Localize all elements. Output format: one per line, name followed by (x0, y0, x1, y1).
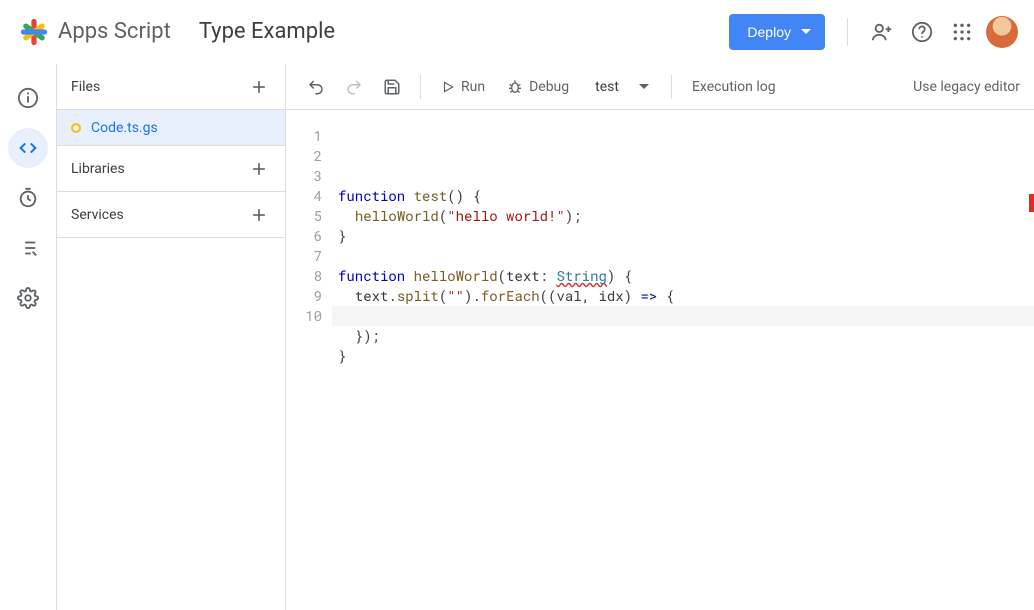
share-button[interactable] (862, 12, 902, 52)
add-service-button[interactable] (247, 203, 271, 227)
run-button-label: Run (461, 79, 485, 95)
add-library-button[interactable] (247, 157, 271, 181)
debug-button[interactable]: Debug (499, 71, 577, 103)
debug-button-label: Debug (529, 79, 569, 95)
apps-script-logo-icon (20, 18, 48, 46)
project-title[interactable]: Type Example (199, 19, 335, 44)
save-button[interactable] (376, 71, 408, 103)
file-item-label: Code.ts.gs (91, 120, 158, 136)
apps-launcher-button[interactable] (942, 12, 982, 52)
account-avatar[interactable] (986, 16, 1018, 48)
function-select[interactable]: test (583, 71, 659, 103)
editor-toolbar: Run Debug test Execution log Use legacy … (286, 64, 1034, 110)
services-section-header: Services (57, 192, 285, 238)
files-header-label: Files (71, 79, 100, 95)
nav-settings[interactable] (8, 278, 48, 318)
nav-editor[interactable] (8, 128, 48, 168)
unsaved-indicator-icon (71, 123, 81, 133)
logo-cluster: Apps Script (20, 18, 171, 46)
error-marker[interactable] (1029, 194, 1034, 212)
product-name: Apps Script (58, 19, 171, 44)
toolbar-separator (420, 75, 421, 99)
add-file-button[interactable] (247, 75, 271, 99)
use-legacy-editor-link[interactable]: Use legacy editor (913, 79, 1020, 95)
toolbar-separator (671, 75, 672, 99)
file-item[interactable]: Code.ts.gs (57, 110, 285, 146)
deploy-button[interactable]: Deploy (729, 14, 825, 50)
help-button[interactable] (902, 12, 942, 52)
undo-button[interactable] (300, 71, 332, 103)
chevron-down-icon (639, 84, 649, 89)
services-header-label: Services (71, 207, 124, 223)
file-sidebar: Files Code.ts.gs Libraries Services (56, 64, 286, 610)
code-editor[interactable]: 12345678910 function test() { helloWorld… (286, 110, 1034, 610)
editor-column: Run Debug test Execution log Use legacy … (286, 64, 1034, 610)
execution-log-button[interactable]: Execution log (684, 71, 784, 103)
caret-down-icon (801, 29, 811, 34)
line-number-gutter: 12345678910 (286, 110, 332, 610)
nav-executions[interactable] (8, 228, 48, 268)
nav-overview[interactable] (8, 78, 48, 118)
left-nav-rail (0, 64, 56, 610)
execution-log-label: Execution log (692, 79, 776, 95)
code-area[interactable]: function test() { helloWorld("hello worl… (332, 110, 1034, 610)
libraries-header-label: Libraries (71, 161, 125, 177)
redo-button[interactable] (338, 71, 370, 103)
function-select-value: test (595, 79, 619, 95)
libraries-section-header: Libraries (57, 146, 285, 192)
app-header: Apps Script Type Example Deploy (0, 0, 1034, 64)
header-separator (847, 18, 848, 46)
files-section-header: Files (57, 64, 285, 110)
run-button[interactable]: Run (433, 71, 493, 103)
nav-triggers[interactable] (8, 178, 48, 218)
current-line-highlight (332, 306, 1034, 326)
deploy-button-label: Deploy (747, 24, 791, 40)
